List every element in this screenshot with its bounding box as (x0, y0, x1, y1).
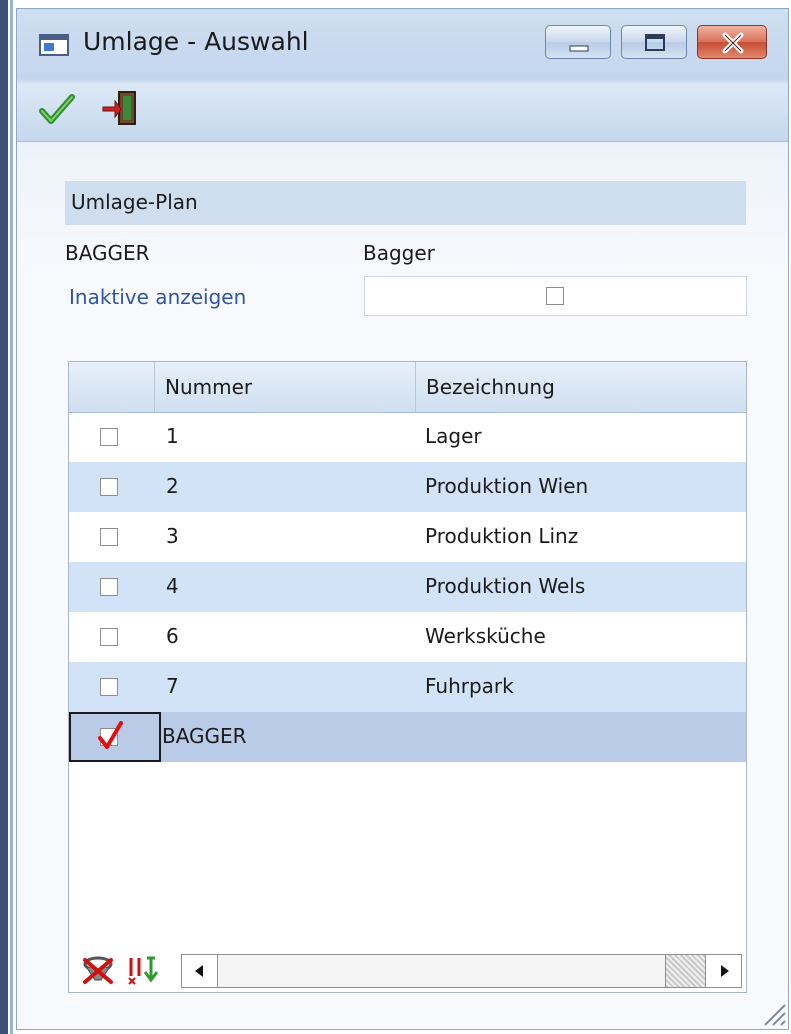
title-bar[interactable]: Umlage - Auswahl (17, 9, 788, 85)
scroll-right-button[interactable] (705, 955, 741, 987)
row-bezeichnung: Produktion Wien (425, 474, 589, 498)
column-header-bezeichnung[interactable]: Bezeichnung (416, 362, 746, 412)
table-row[interactable]: 7 Fuhrpark (69, 662, 746, 712)
window-app-icon (39, 34, 69, 56)
column-header-nummer[interactable]: Nummer (155, 362, 416, 412)
plan-name: Bagger (363, 241, 435, 265)
row-bezeichnung: Fuhrpark (425, 674, 514, 698)
column-header-select[interactable] (69, 362, 155, 412)
row-checkbox[interactable] (100, 428, 118, 446)
inactive-field[interactable] (364, 276, 747, 316)
dialog-window: Umlage - Auswahl Umlage-Plan BAGGER Bagg… (16, 8, 789, 1030)
row-nummer: 4 (166, 574, 179, 598)
row-checkbox[interactable] (100, 678, 118, 696)
table-row[interactable]: 2 Produktion Wien (69, 462, 746, 512)
plan-code: BAGGER (65, 241, 150, 265)
row-nummer: 3 (166, 524, 179, 548)
arrow-left-icon (195, 965, 203, 977)
row-checkbox-cell[interactable] (69, 712, 161, 762)
horizontal-scrollbar[interactable] (181, 954, 742, 988)
window-title: Umlage - Auswahl (83, 27, 309, 56)
table-row[interactable]: 4 Produktion Wels (69, 562, 746, 612)
background-window-border (10, 0, 13, 1034)
table-row[interactable]: 1 Lager (69, 412, 746, 462)
section-header: Umlage-Plan (65, 181, 746, 225)
section-title: Umlage-Plan (71, 190, 198, 214)
table-row[interactable]: 6 Werksküche (69, 612, 746, 662)
minimize-icon (569, 45, 589, 52)
scroll-track[interactable] (666, 955, 705, 987)
close-icon (722, 32, 744, 54)
row-bezeichnung: Lager (425, 424, 482, 448)
row-nummer: 2 (166, 474, 179, 498)
close-button[interactable] (697, 25, 767, 59)
row-nummer: BAGGER (162, 724, 247, 748)
row-bezeichnung: Werksküche (425, 624, 546, 648)
clear-filter-icon[interactable] (81, 954, 117, 986)
row-bezeichnung: Produktion Wels (425, 574, 586, 598)
row-checkbox[interactable] (100, 578, 118, 596)
background-window-edge (0, 0, 8, 1034)
grid-header: Nummer Bezeichnung (69, 362, 746, 413)
maximize-button[interactable] (621, 25, 687, 59)
selection-grid: Nummer Bezeichnung 1 Lager 2 Produktion … (68, 361, 747, 993)
red-check-icon (98, 721, 123, 749)
row-checkbox[interactable] (100, 528, 118, 546)
row-bezeichnung: Produktion Linz (425, 524, 579, 548)
row-nummer: 1 (166, 424, 179, 448)
sort-icon[interactable] (125, 954, 165, 986)
inactive-label: Inaktive anzeigen (69, 285, 247, 309)
maximize-icon (645, 34, 665, 51)
exit-door-icon[interactable] (101, 89, 141, 127)
table-row[interactable]: 3 Produktion Linz (69, 512, 746, 562)
row-checkbox[interactable] (100, 478, 118, 496)
scroll-left-button[interactable] (182, 955, 218, 987)
inactive-checkbox[interactable] (546, 287, 564, 305)
checkmark-icon[interactable] (39, 93, 75, 125)
row-nummer: 6 (166, 624, 179, 648)
arrow-right-icon (721, 965, 729, 977)
resize-grip-icon[interactable] (757, 997, 787, 1027)
scroll-thumb[interactable] (218, 955, 666, 987)
row-nummer: 7 (166, 674, 179, 698)
table-row-selected[interactable]: BAGGER (69, 712, 746, 762)
row-checkbox[interactable] (100, 628, 118, 646)
grid-footer (69, 946, 746, 992)
minimize-button[interactable] (545, 25, 611, 59)
